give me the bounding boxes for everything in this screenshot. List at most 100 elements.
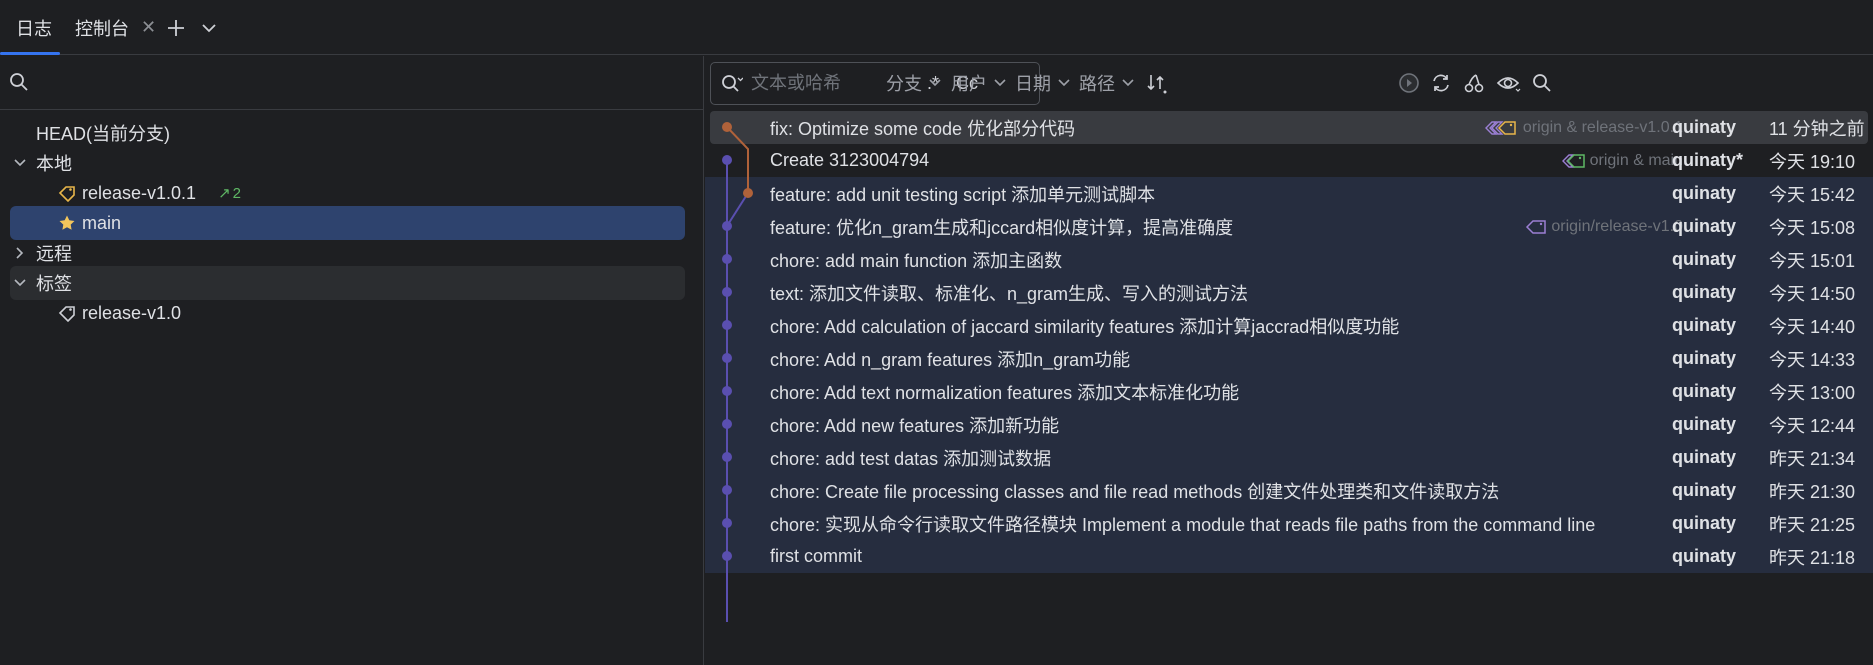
tree-item-label: 本地 [36,154,72,174]
commit-message: chore: add main function 添加主函数 [770,250,1063,271]
commit-author: quinaty [1672,546,1737,566]
branch-search-bar[interactable] [0,56,704,110]
star-icon [58,214,76,232]
chevron-right-icon[interactable] [10,247,30,259]
filter-branch[interactable]: 分支 [886,56,942,110]
commit-row[interactable]: text: 添加文件读取、标准化、n_gram生成、写入的测试方法 quinat… [705,276,1873,309]
commit-date: 今天 14:40 [1769,316,1856,337]
commit-author: quinaty [1672,447,1737,467]
commit-date: 11 分钟之前 [1769,118,1865,139]
commit-row[interactable]: feature: add unit testing script 添加单元测试脚… [705,177,1873,210]
commit-log-panel: .* Cc 分支 用户 日期 路径 [705,56,1873,665]
tool-window-tabbar: 日志 控制台 ✕ [0,0,1873,55]
commit-author: quinaty [1672,381,1737,401]
commit-row[interactable]: chore: Add new features 添加新功能 quinaty 今天… [705,408,1873,441]
commit-list: fix: Optimize some code 优化部分代码 origin & … [705,111,1873,665]
chevron-down-icon[interactable] [10,277,30,289]
tag-icon [58,304,76,322]
chevron-down-icon [1122,79,1134,87]
commit-message: chore: Create file processing classes an… [770,481,1500,502]
tree-item-head[interactable]: HEAD(当前分支) [10,116,685,150]
add-tab-icon[interactable] [163,0,189,55]
commit-row[interactable]: chore: Add n_gram features 添加n_gram功能 qu… [705,342,1873,375]
commit-date: 今天 15:42 [1769,184,1856,205]
tab-log-label: 日志 [16,18,52,39]
tags-icon [1484,119,1519,137]
filter-label: 用户 [951,74,987,94]
commit-message: chore: 实现从命令行读取文件路径模块 Implement a module… [770,514,1596,535]
commit-row[interactable]: chore: add main function 添加主函数 quinaty 今… [705,243,1873,276]
search-icon[interactable] [721,74,743,94]
commit-author: quinaty [1672,183,1737,203]
tag-icon [1525,218,1547,236]
search-icon[interactable] [1528,56,1556,110]
commit-message: chore: Add n_gram features 添加n_gram功能 [770,349,1131,370]
cherry-pick-icon[interactable] [1460,56,1488,110]
tree-item-release-v1-0[interactable]: release-v1.0 [10,296,685,330]
tree-item-label: 远程 [36,244,72,264]
tree-item-label: release-v1.0.1 [82,182,197,203]
commit-author: quinaty [1672,282,1737,302]
tree-item-label: HEAD(当前分支) [36,124,170,144]
commit-author: quinaty [1672,249,1737,269]
commit-refs: origin & main [1561,152,1683,170]
tags-icon [1561,152,1586,170]
close-icon[interactable]: ✕ [141,17,156,38]
commit-date: 今天 15:01 [1769,250,1856,271]
commit-date: 今天 19:10 [1769,151,1856,172]
tree-item-release-v1-0-1[interactable]: release-v1.0.1 ↗ 2 [10,176,685,210]
commit-author: quinaty [1672,348,1737,368]
search-icon[interactable] [9,72,29,97]
commit-author: quinaty [1672,513,1737,533]
commit-row[interactable]: chore: 实现从命令行读取文件路径模块 Implement a module… [705,507,1873,540]
commit-row[interactable]: fix: Optimize some code 优化部分代码 origin & … [710,111,1868,144]
filter-path[interactable]: 路径 [1079,56,1135,110]
tab-console[interactable]: 控制台 ✕ [75,0,156,55]
commit-author: quinaty [1672,414,1737,434]
filter-date[interactable]: 日期 [1015,56,1071,110]
commit-date: 昨天 21:34 [1769,448,1856,469]
commit-row[interactable]: Create 3123004794 origin & main quinaty*… [705,144,1873,177]
tree-item-main[interactable]: main [10,206,685,240]
commit-date: 今天 14:50 [1769,283,1856,304]
chevron-down-icon[interactable] [198,0,220,55]
commit-author: quinaty [1672,315,1737,335]
tab-log[interactable]: 日志 [16,0,52,55]
commit-refs: origin & release-v1.0.1 [1484,119,1683,137]
commit-row[interactable]: chore: Add calculation of jaccard simila… [705,309,1873,342]
chevron-down-icon [929,79,941,87]
commit-message: chore: Add new features 添加新功能 [770,415,1060,436]
active-tab-indicator [0,52,60,55]
commit-date: 今天 13:00 [1769,382,1856,403]
run-icon[interactable] [1395,56,1423,110]
tree-item-local[interactable]: 本地 [10,146,685,180]
log-filter-bar: .* Cc 分支 用户 日期 路径 [705,56,1873,110]
tree-item-tags[interactable]: 标签 [10,266,685,300]
commit-author: quinaty* [1672,150,1744,170]
filter-label: 路径 [1079,74,1115,94]
commit-row[interactable]: chore: add test datas 添加测试数据 quinaty 昨天 … [705,441,1873,474]
incoming-commits-badge: ↗ 2 [218,184,241,203]
commit-row[interactable]: chore: Add text normalization features 添… [705,375,1873,408]
commit-message: feature: 优化n_gram生成和jccard相似度计算，提高准确度 [770,217,1234,238]
chevron-down-icon[interactable] [10,157,30,169]
commit-date: 昨天 21:18 [1769,547,1856,568]
chevron-down-icon [994,79,1006,87]
eye-icon[interactable] [1494,56,1524,110]
commit-message: chore: Add calculation of jaccard simila… [770,316,1400,337]
commit-row[interactable]: first commit quinaty 昨天 21:18 [705,540,1873,573]
refresh-icon[interactable] [1427,56,1455,110]
filter-label: 日期 [1015,74,1051,94]
commit-message: chore: add test datas 添加测试数据 [770,448,1052,469]
chevron-down-icon [1058,79,1070,87]
commit-date: 今天 12:44 [1769,415,1856,436]
commit-message: feature: add unit testing script 添加单元测试脚… [770,184,1156,205]
filter-user[interactable]: 用户 [951,56,1007,110]
commit-author: quinaty [1672,480,1737,500]
commit-row[interactable]: feature: 优化n_gram生成和jccard相似度计算，提高准确度 or… [705,210,1873,243]
commit-refs: origin/release-v1.0 [1525,218,1683,236]
commit-row[interactable]: chore: Create file processing classes an… [705,474,1873,507]
tree-item-remote[interactable]: 远程 [10,236,685,270]
tag-icon [58,184,76,202]
sort-icon[interactable] [1143,56,1169,110]
